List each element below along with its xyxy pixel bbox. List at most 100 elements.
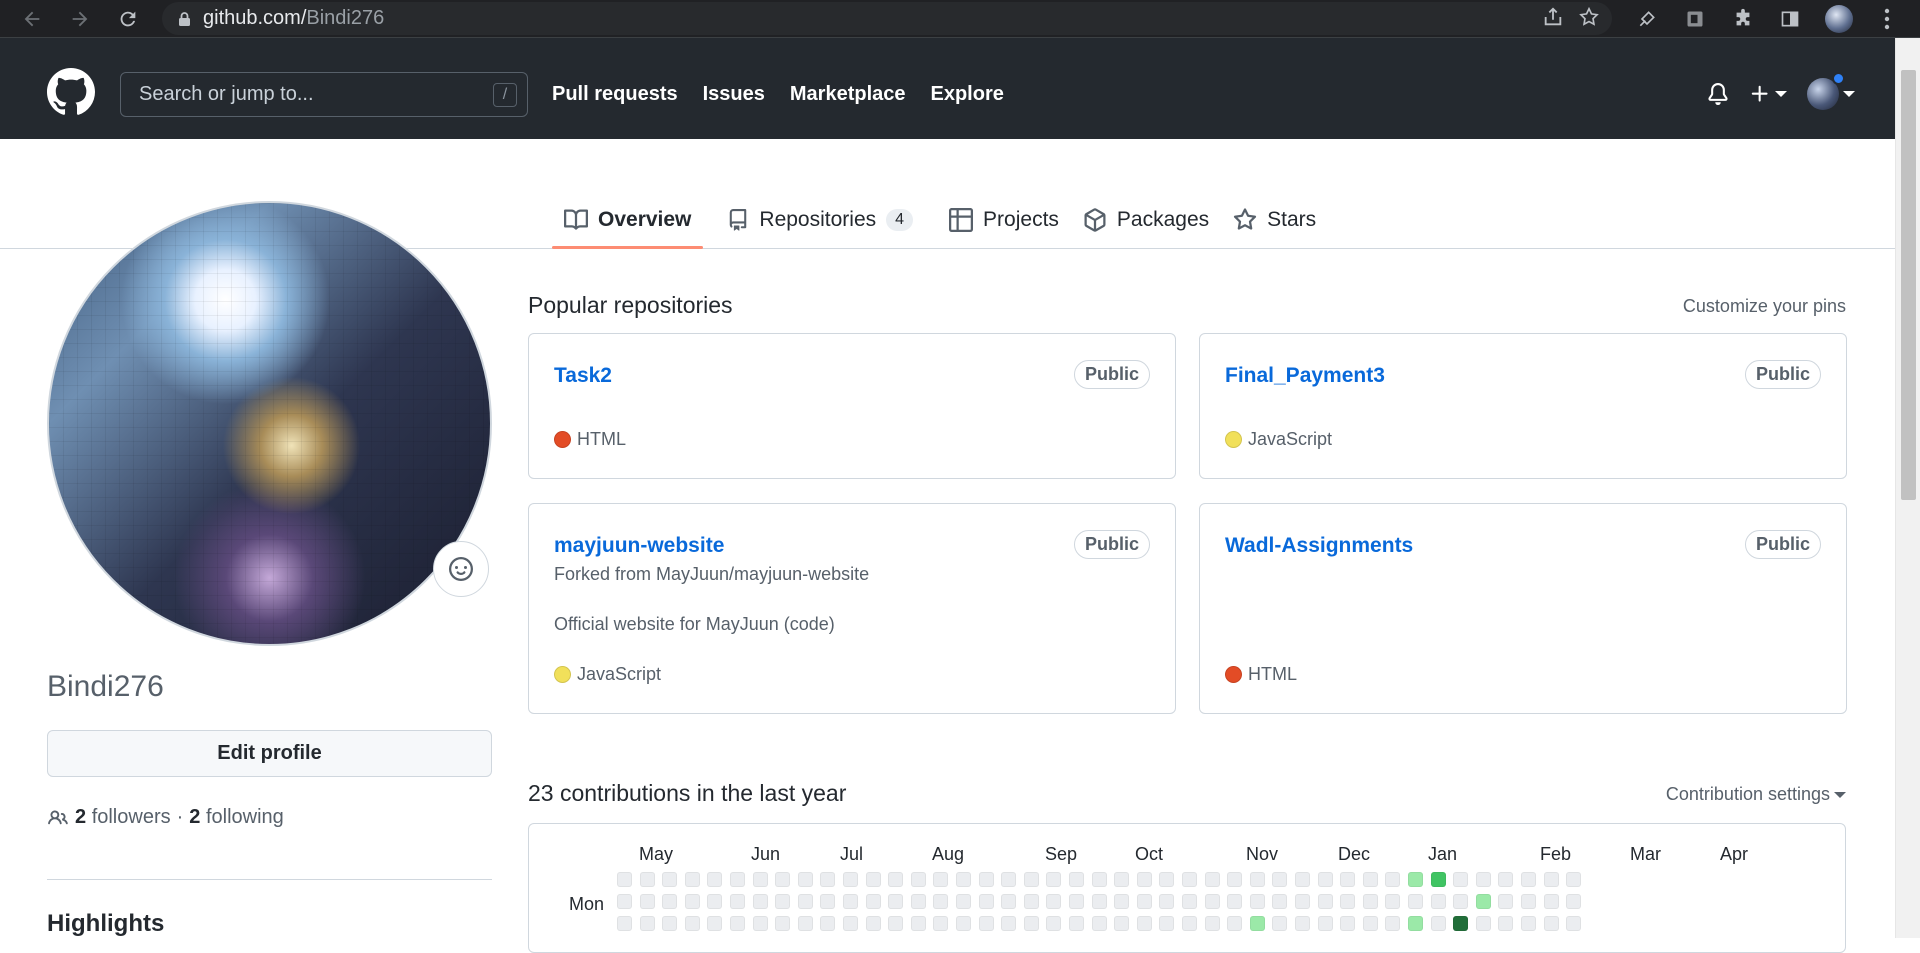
contribution-day[interactable] (1295, 916, 1310, 931)
contribution-day[interactable] (1159, 894, 1175, 909)
contribution-day[interactable] (1249, 916, 1265, 931)
edit-profile-button[interactable]: Edit profile (47, 730, 492, 777)
contribution-day[interactable] (1317, 872, 1333, 887)
contribution-day[interactable] (865, 894, 881, 909)
contribution-day[interactable] (1340, 894, 1356, 909)
tab-repositories[interactable]: Repositories 4 (715, 192, 925, 248)
share-icon[interactable] (1542, 6, 1564, 28)
contribution-day[interactable] (617, 872, 632, 887)
contribution-day[interactable] (888, 916, 904, 931)
contribution-day[interactable] (1046, 916, 1062, 931)
contribution-day[interactable] (617, 894, 632, 909)
tab-overview[interactable]: Overview (552, 192, 704, 249)
contribution-day[interactable] (865, 916, 881, 931)
contribution-day[interactable] (933, 894, 949, 909)
extensions-puzzle-icon[interactable] (1726, 2, 1760, 36)
extension-eyedropper-icon[interactable] (1630, 2, 1664, 36)
contribution-day[interactable] (684, 872, 700, 887)
contribution-day[interactable] (797, 894, 813, 909)
contribution-day[interactable] (1204, 916, 1220, 931)
contribution-day[interactable] (1475, 872, 1491, 887)
contribution-day[interactable] (1272, 916, 1288, 931)
address-bar[interactable]: github.com/Bindi276 (162, 2, 1612, 35)
contribution-day[interactable] (1430, 872, 1446, 887)
contribution-day[interactable] (707, 872, 723, 887)
contribution-day[interactable] (888, 894, 904, 909)
contribution-day[interactable] (1001, 916, 1017, 931)
contribution-day[interactable] (888, 872, 904, 887)
contribution-day[interactable] (1566, 894, 1582, 909)
contribution-day[interactable] (956, 894, 971, 909)
more-vert-icon[interactable] (1870, 2, 1904, 36)
side-panel-icon[interactable] (1773, 2, 1807, 36)
forked-from-text[interactable]: Forked from MayJuun/mayjuun-website (554, 564, 869, 585)
contribution-day[interactable] (684, 916, 700, 931)
contribution-day[interactable] (1023, 916, 1039, 931)
contribution-day[interactable] (933, 916, 949, 931)
contribution-day[interactable] (1498, 916, 1514, 931)
contribution-day[interactable] (1272, 894, 1288, 909)
contribution-day[interactable] (865, 872, 881, 887)
forward-icon[interactable] (62, 1, 98, 37)
contribution-day[interactable] (1091, 916, 1107, 931)
contribution-day[interactable] (1069, 894, 1084, 909)
scrollbar-thumb[interactable] (1901, 70, 1916, 500)
contribution-day[interactable] (820, 872, 836, 887)
contribution-day[interactable] (1091, 872, 1107, 887)
contribution-day[interactable] (1204, 894, 1220, 909)
contribution-day[interactable] (1430, 916, 1446, 931)
contribution-day[interactable] (1408, 872, 1423, 887)
contribution-day[interactable] (1046, 872, 1062, 887)
contribution-day[interactable] (1385, 894, 1401, 909)
contribution-day[interactable] (1182, 916, 1197, 931)
tab-stars[interactable]: Stars (1221, 192, 1328, 248)
contribution-day[interactable] (1023, 894, 1039, 909)
contribution-day[interactable] (1317, 894, 1333, 909)
repo-name-link[interactable]: Final_Payment3 (1225, 364, 1385, 388)
following-link[interactable]: 2 following (189, 806, 284, 829)
contribution-day[interactable] (843, 916, 858, 931)
contribution-day[interactable] (1566, 872, 1582, 887)
contribution-day[interactable] (639, 872, 655, 887)
chrome-profile-avatar[interactable] (1822, 2, 1856, 36)
contribution-day[interactable] (1475, 894, 1491, 909)
nav-pull-requests[interactable]: Pull requests (552, 83, 678, 106)
page-scrollbar[interactable] (1895, 38, 1920, 938)
contribution-day[interactable] (1498, 872, 1514, 887)
contribution-day[interactable] (1295, 894, 1310, 909)
back-icon[interactable] (14, 1, 50, 37)
contribution-day[interactable] (1340, 872, 1356, 887)
contribution-day[interactable] (1046, 894, 1062, 909)
contribution-day[interactable] (1069, 872, 1084, 887)
contribution-day[interactable] (1408, 916, 1423, 931)
contribution-day[interactable] (1543, 872, 1559, 887)
contribution-day[interactable] (775, 916, 791, 931)
contribution-day[interactable] (1362, 894, 1378, 909)
contribution-day[interactable] (617, 916, 632, 931)
contribution-day[interactable] (1227, 872, 1243, 887)
search-input[interactable]: Search or jump to... / (120, 72, 528, 117)
contribution-day[interactable] (933, 872, 949, 887)
contribution-day[interactable] (910, 916, 926, 931)
contribution-day[interactable] (1272, 872, 1288, 887)
contribution-day[interactable] (820, 916, 836, 931)
contribution-day[interactable] (752, 916, 768, 931)
contribution-day[interactable] (910, 894, 926, 909)
contribution-day[interactable] (956, 916, 971, 931)
contribution-day[interactable] (1521, 916, 1536, 931)
contribution-day[interactable] (1136, 872, 1152, 887)
contribution-day[interactable] (662, 894, 678, 909)
contribution-day[interactable] (1249, 894, 1265, 909)
contribution-day[interactable] (1023, 872, 1039, 887)
contribution-settings-dropdown[interactable]: Contribution settings (1666, 784, 1846, 805)
contribution-day[interactable] (1430, 894, 1446, 909)
contribution-day[interactable] (1340, 916, 1356, 931)
contribution-day[interactable] (843, 872, 858, 887)
contribution-day[interactable] (1204, 872, 1220, 887)
contribution-day[interactable] (775, 872, 791, 887)
contribution-day[interactable] (843, 894, 858, 909)
contribution-day[interactable] (1114, 894, 1130, 909)
repo-name-link[interactable]: Wadl-Assignments (1225, 534, 1413, 558)
contribution-day[interactable] (639, 916, 655, 931)
contribution-day[interactable] (1543, 916, 1559, 931)
